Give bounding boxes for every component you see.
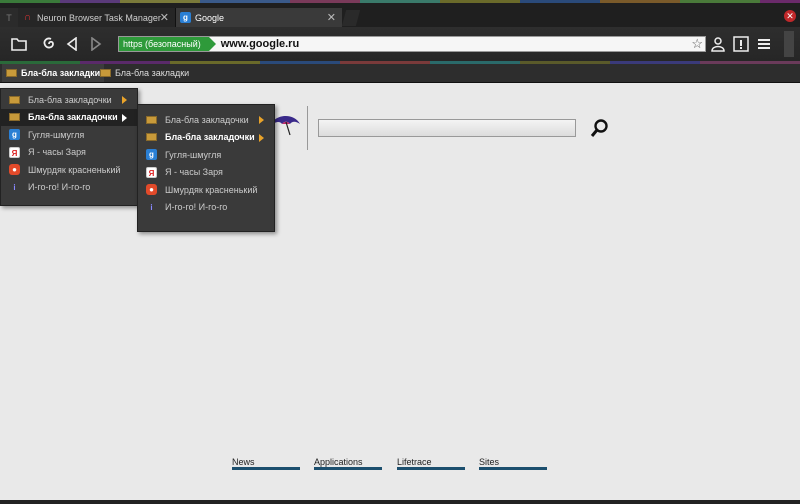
folder-icon — [6, 69, 17, 77]
folder-icon — [9, 113, 20, 122]
footer-link-sites[interactable]: Sites — [479, 457, 499, 467]
close-icon[interactable]: ✕ — [160, 11, 169, 24]
https-badge[interactable]: https (безопасный) — [119, 37, 216, 51]
submenu-arrow-icon — [259, 116, 264, 124]
menu-item-google[interactable]: g Гугля-шмугля — [138, 146, 274, 164]
footer-link-news[interactable]: News — [232, 457, 255, 467]
menu-item-label: Бла-бла закладочки — [165, 132, 255, 143]
menu-item-label: Бла-бла закладочки — [165, 114, 249, 125]
browser-window: T ∩ Neuron Browser Task Manager ✕ g Goog… — [0, 0, 800, 504]
divider — [307, 106, 308, 150]
footer-link-lifetrace[interactable]: Lifetrace — [397, 457, 432, 467]
red-site-icon: ● — [146, 184, 157, 196]
menu-item-label: Бла-бла закладочки — [28, 112, 118, 123]
info-icon: i — [13, 182, 16, 192]
menu-item-label: Я - часы Заря — [165, 167, 223, 178]
reload-icon[interactable] — [38, 33, 60, 55]
google-icon: g — [9, 129, 20, 141]
tab-label: Google — [195, 12, 225, 23]
tab-small[interactable]: T — [0, 8, 18, 27]
menu-item-red-site[interactable]: ● Шмурдяк красненький — [138, 181, 274, 199]
tab-label: Neuron Browser Task Manager — [37, 12, 161, 23]
bookmark-folder-2[interactable]: Бла-бла закладки — [96, 64, 193, 82]
yandex-icon: Я — [146, 166, 157, 178]
folder-icon[interactable] — [8, 33, 30, 55]
address-bar[interactable]: https (безопасный) www.google.ru ☆ — [118, 36, 706, 52]
menu-item-google[interactable]: g Гугля-шмугля — [1, 126, 137, 144]
menu-icon[interactable] — [753, 33, 775, 55]
bookmark-menu: Бла-бла закладочки Бла-бла закладочки g … — [0, 88, 138, 206]
menu-item-folder[interactable]: Бла-бла закладочки — [1, 108, 137, 126]
bookmark-folder-1[interactable]: Бла-бла закладки — [2, 64, 105, 82]
search-input[interactable] — [318, 119, 576, 137]
close-icon[interactable]: ✕ — [327, 11, 336, 24]
footer-link-bar — [232, 467, 300, 470]
folder-icon — [146, 115, 157, 124]
menu-item-label: Шмурдяк красненький — [165, 184, 258, 195]
menu-item-label: Я - часы Заря — [28, 147, 86, 158]
google-icon: g — [146, 149, 157, 161]
window-close-icon[interactable]: ✕ — [784, 10, 796, 22]
yandex-icon: Я — [9, 146, 20, 158]
bookmarks-bar: Бла-бла закладки Бла-бла закладки — [0, 64, 800, 83]
folder-icon — [9, 95, 20, 104]
alert-icon[interactable] — [730, 33, 752, 55]
tab-small-label: T — [6, 12, 12, 23]
window-bottom-border — [0, 500, 800, 504]
info-icon: i — [150, 202, 153, 212]
menu-item-red-site[interactable]: ● Шмурдяк красненький — [1, 161, 137, 179]
folder-icon — [100, 69, 111, 77]
menu-item-label: И-го-го! И-го-го — [28, 182, 91, 193]
menu-item-label: Шмурдяк красненький — [28, 164, 121, 175]
menu-item-info[interactable]: i И-го-го! И-го-го — [1, 179, 137, 197]
menu-item-label: Гугля-шмугля — [165, 149, 222, 160]
red-site-icon: ● — [9, 164, 20, 176]
bookmark-label: Бла-бла закладки — [21, 68, 101, 78]
tab-bar: T ∩ Neuron Browser Task Manager ✕ g Goog… — [0, 0, 800, 27]
menu-item-folder[interactable]: Бла-бла закладочки — [138, 129, 274, 147]
scroll-handle[interactable] — [784, 31, 794, 57]
star-icon[interactable]: ☆ — [691, 36, 703, 52]
new-tab-button[interactable] — [341, 10, 361, 26]
url-text[interactable]: www.google.ru — [221, 38, 299, 50]
footer-link-applications[interactable]: Applications — [314, 457, 363, 467]
submenu-arrow-icon — [122, 96, 127, 104]
user-icon[interactable] — [707, 33, 729, 55]
footer-link-bar — [479, 467, 547, 470]
footer-link-bar — [397, 467, 465, 470]
submenu-arrow-icon — [122, 113, 127, 122]
neuron-icon: ∩ — [23, 12, 32, 23]
menu-item-label: Бла-бла закладочки — [28, 94, 112, 105]
submenu-arrow-icon — [259, 133, 264, 142]
bookmark-submenu: Бла-бла закладочки Бла-бла закладочки g … — [137, 104, 275, 232]
menu-item-folder[interactable]: Бла-бла закладочки — [138, 111, 274, 129]
back-icon[interactable] — [61, 33, 83, 55]
menu-item-label: И-го-го! И-го-го — [165, 202, 228, 213]
menu-item-folder[interactable]: Бла-бла закладочки — [1, 91, 137, 109]
menu-item-label: Гугля-шмугля — [28, 129, 85, 140]
folder-icon — [146, 133, 157, 142]
toolbar: https (безопасный) www.google.ru ☆ — [0, 27, 800, 62]
bookmark-label: Бла-бла закладки — [115, 68, 190, 78]
tab-google[interactable]: g Google ✕ — [176, 8, 342, 27]
menu-item-yandex[interactable]: Я Я - часы Заря — [138, 164, 274, 182]
google-icon: g — [180, 12, 191, 23]
menu-item-info[interactable]: i И-го-го! И-го-го — [138, 199, 274, 217]
menu-item-yandex[interactable]: Я Я - часы Заря — [1, 144, 137, 162]
tab-bar-stripes — [0, 0, 800, 3]
search-icon[interactable] — [590, 118, 610, 141]
forward-icon[interactable] — [85, 33, 107, 55]
tab-task-manager[interactable]: ∩ Neuron Browser Task Manager ✕ — [18, 8, 176, 27]
footer-link-bar — [314, 467, 382, 470]
